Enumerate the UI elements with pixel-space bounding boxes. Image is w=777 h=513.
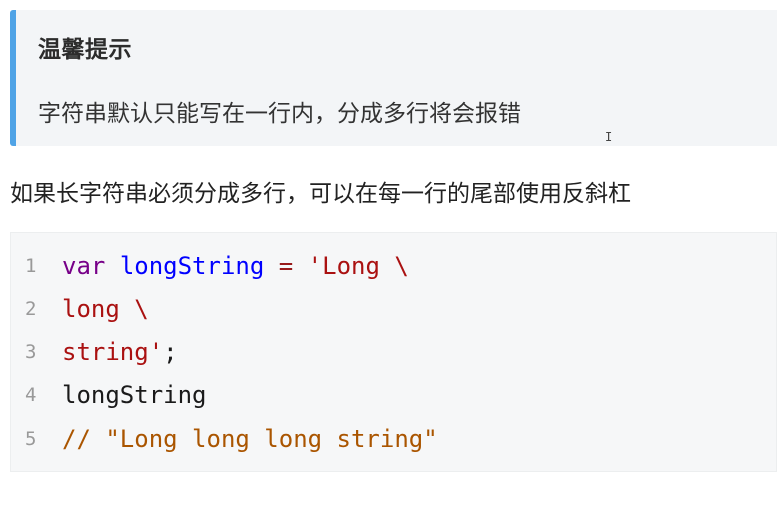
code-block: 1 var longString = 'Long \ 2 long \ 3 string'…: [10, 232, 777, 472]
code-token: =: [278, 252, 294, 280]
code-token: 'Long \: [307, 252, 409, 280]
tip-title: 温馨提示: [38, 37, 132, 63]
code-token: longString: [62, 381, 207, 409]
line-number: 4: [25, 384, 37, 406]
code-line: 5 // "Long long long string": [11, 418, 776, 461]
line-number: 1: [25, 255, 37, 277]
tip-body: 字符串默认只能写在一行内，分成多行将会报错: [38, 101, 521, 127]
code-token: ;: [163, 338, 178, 366]
code-token: var: [62, 252, 106, 280]
line-number: 3: [25, 341, 37, 363]
code-token: long \: [62, 295, 149, 323]
line-number: 5: [25, 428, 37, 450]
code-source: long \: [62, 288, 149, 331]
code-source: var longString = 'Long \: [62, 245, 409, 288]
code-source: string';: [62, 331, 178, 374]
code-token: string': [62, 338, 164, 366]
code-source: // "Long long long string": [62, 418, 438, 461]
code-token: longString: [119, 252, 265, 280]
line-number: 2: [25, 298, 37, 320]
code-line: 3 string';: [11, 331, 776, 374]
paragraph-text: 如果长字符串必须分成多行，可以在每一行的尾部使用反斜杠: [10, 181, 631, 207]
code-line: 2 long \: [11, 288, 776, 331]
code-line: 4 longString: [11, 374, 776, 417]
text-cursor-icon: I: [605, 130, 613, 144]
code-line: 1 var longString = 'Long \: [11, 245, 776, 288]
code-source: longString: [62, 374, 207, 417]
code-token: // "Long long long string": [62, 425, 438, 453]
tip-callout: 温馨提示 字符串默认只能写在一行内，分成多行将会报错: [10, 10, 777, 146]
